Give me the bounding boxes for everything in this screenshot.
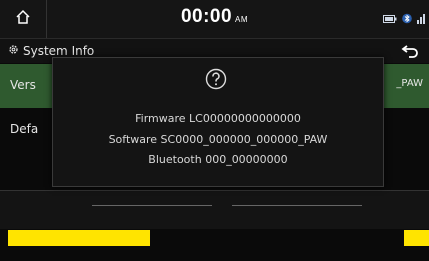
status-bar: 00:00 AM	[0, 0, 429, 39]
bottom-strip	[0, 190, 429, 229]
list-item-label: Vers	[10, 78, 36, 92]
back-arrow-icon	[401, 43, 419, 62]
screen: 00:00 AM System Info Vers _PAW Defa Firm…	[0, 0, 429, 261]
divider	[92, 205, 212, 206]
back-button[interactable]	[391, 39, 429, 65]
divider	[232, 205, 362, 206]
system-info-dialog: Firmware LC00000000000000 Software SC000…	[52, 57, 384, 187]
gear-icon	[8, 44, 19, 58]
software-version: Software SC0000_000000_000000_PAW	[108, 133, 328, 146]
version-fragment: _PAW	[396, 78, 423, 89]
bluetooth-icon	[402, 13, 412, 27]
status-icons	[383, 13, 425, 27]
clock-ampm: AM	[235, 15, 249, 24]
question-icon	[205, 68, 227, 90]
list-item-label: Defa	[10, 122, 39, 136]
highlight-bar	[404, 230, 429, 246]
battery-icon	[383, 14, 397, 26]
highlight-bar	[8, 230, 150, 246]
signal-icon	[417, 13, 425, 27]
page-title-text: System Info	[23, 44, 95, 58]
clock: 00:00 AM	[0, 6, 429, 28]
bluetooth-version: Bluetooth 000_00000000	[148, 153, 288, 166]
firmware-version: Firmware LC00000000000000	[135, 112, 301, 125]
clock-time: 00:00	[180, 6, 233, 27]
page-title: System Info	[8, 44, 94, 58]
